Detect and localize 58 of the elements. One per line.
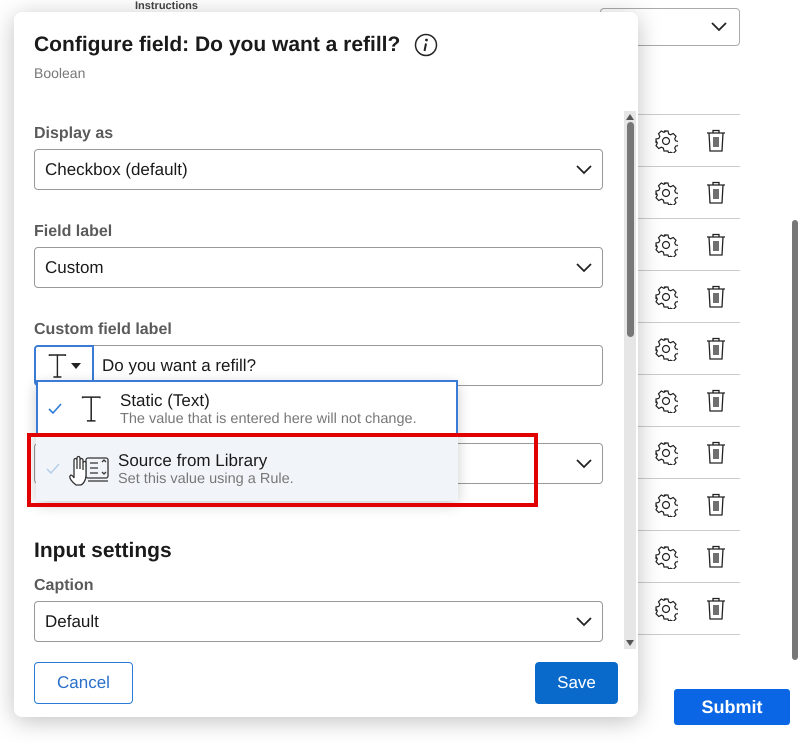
info-icon[interactable]	[414, 33, 438, 57]
menu-option[interactable]: Source from Library Set this value using a Rule.	[36, 437, 458, 501]
select-value: Default	[45, 612, 99, 632]
delete-icon[interactable]	[706, 128, 726, 152]
option-description: The value that is entered here will not change.	[120, 410, 417, 426]
option-title: Source from Library	[118, 451, 268, 471]
settings-icon[interactable]	[654, 128, 678, 152]
field-label: Field label	[34, 223, 114, 241]
save-button[interactable]: Save	[535, 662, 618, 704]
field-label: Caption	[34, 577, 95, 595]
chevron-down-icon	[576, 164, 592, 174]
chevron-down-icon	[576, 458, 592, 468]
chevron-down-icon	[711, 22, 727, 32]
scroll-down-icon[interactable]	[626, 640, 634, 646]
delete-icon[interactable]	[706, 284, 726, 308]
delete-icon[interactable]	[706, 232, 726, 256]
submit-button[interactable]: Submit	[674, 689, 790, 725]
settings-icon[interactable]	[654, 492, 678, 516]
scrollbar-thumb[interactable]	[792, 220, 798, 660]
input-field[interactable]: Do you want a refill?	[94, 345, 603, 386]
cancel-button[interactable]: Cancel	[34, 662, 133, 704]
select-value: Checkbox (default)	[45, 160, 188, 180]
settings-icon[interactable]	[654, 284, 678, 308]
text-type-icon	[46, 352, 68, 378]
select-field[interactable]: Custom	[34, 247, 603, 288]
select-field[interactable]: Default	[34, 601, 603, 642]
delete-icon[interactable]	[706, 336, 726, 360]
section-heading: Input settings	[34, 539, 173, 563]
settings-icon[interactable]	[654, 544, 678, 568]
caret-icon	[71, 362, 82, 368]
dialog-title: Configure field: Do you want a refill?	[34, 33, 400, 57]
delete-icon[interactable]	[706, 440, 726, 464]
field-type: Boolean	[34, 65, 86, 81]
settings-icon[interactable]	[654, 180, 678, 204]
settings-icon[interactable]	[654, 440, 678, 464]
option-description: Set this value using a Rule.	[118, 471, 294, 487]
settings-icon[interactable]	[654, 596, 678, 620]
checkmark-icon	[46, 463, 60, 475]
field-label: Custom field label	[34, 321, 173, 339]
text-type-icon	[80, 394, 102, 422]
select-field[interactable]: Checkbox (default)	[34, 149, 603, 190]
field-label: Display as	[34, 125, 114, 143]
settings-icon[interactable]	[654, 232, 678, 256]
delete-icon[interactable]	[706, 180, 726, 204]
delete-icon[interactable]	[706, 596, 726, 620]
settings-icon[interactable]	[654, 388, 678, 412]
delete-icon[interactable]	[706, 492, 726, 516]
scroll-up-icon[interactable]	[626, 114, 634, 120]
chevron-down-icon	[576, 262, 592, 272]
select-value: Custom	[45, 258, 104, 278]
option-title: Static (Text)	[120, 390, 211, 410]
scrollbar[interactable]	[624, 111, 636, 649]
delete-icon[interactable]	[706, 388, 726, 412]
checkmark-icon	[48, 402, 62, 414]
section-title: Instructions	[135, 0, 198, 12]
delete-icon[interactable]	[706, 544, 726, 568]
chevron-down-icon	[576, 616, 592, 626]
settings-icon[interactable]	[654, 336, 678, 360]
